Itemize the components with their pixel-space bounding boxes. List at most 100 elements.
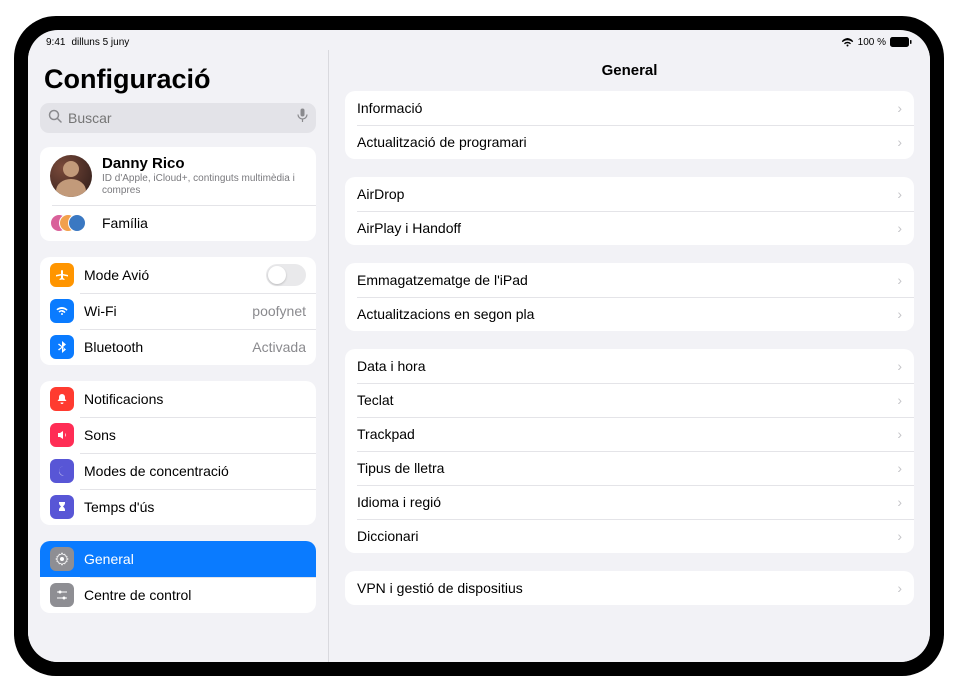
profile-name: Danny Rico	[102, 155, 306, 172]
fonts-label: Tipus de lletra	[357, 460, 897, 476]
wifi-value: poofynet	[252, 303, 306, 319]
bg-refresh-row[interactable]: Actualitzacions en segon pla ›	[345, 297, 914, 331]
airplane-toggle[interactable]	[266, 264, 306, 286]
battery-percent: 100 %	[858, 37, 886, 48]
notifications-label: Notificacions	[84, 391, 306, 407]
airplane-label: Mode Avió	[84, 267, 266, 283]
airplane-icon	[50, 263, 74, 287]
detail-pane: General Informació › Actualització de pr…	[328, 50, 930, 662]
wifi-row[interactable]: Wi-Fi poofynet	[40, 293, 316, 329]
status-time: 9:41	[46, 37, 65, 48]
notifications-row[interactable]: Notificacions	[40, 381, 316, 417]
profile-group: Danny Rico ID d'Apple, iCloud+, contingu…	[40, 147, 316, 241]
control-center-label: Centre de control	[84, 587, 306, 603]
family-avatars-icon	[50, 211, 92, 235]
detail-title: General	[329, 50, 930, 91]
vpn-label: VPN i gestió de dispositius	[357, 580, 897, 596]
focus-row[interactable]: Modes de concentració	[40, 453, 316, 489]
avatar	[50, 155, 92, 197]
connectivity-group: Mode Avió Wi-Fi poofynet	[40, 257, 316, 365]
about-row[interactable]: Informació ›	[345, 91, 914, 125]
moon-icon	[50, 459, 74, 483]
family-row[interactable]: Família	[40, 205, 316, 241]
chevron-right-icon: ›	[897, 272, 902, 288]
bell-icon	[50, 387, 74, 411]
chevron-right-icon: ›	[897, 528, 902, 544]
status-date: dilluns 5 juny	[71, 37, 129, 48]
ipad-frame: 9:41 dilluns 5 juny 100 % Configuració	[14, 16, 944, 676]
sidebar-title: Configuració	[44, 64, 312, 95]
date-time-label: Data i hora	[357, 358, 897, 374]
wifi-label: Wi-Fi	[84, 303, 252, 319]
mic-icon[interactable]	[297, 108, 308, 128]
gear-icon	[50, 547, 74, 571]
detail-group-2: AirDrop › AirPlay i Handoff ›	[345, 177, 914, 245]
about-label: Informació	[357, 100, 897, 116]
screen: 9:41 dilluns 5 juny 100 % Configuració	[28, 30, 930, 662]
search-input[interactable]	[68, 110, 297, 126]
keyboard-label: Teclat	[357, 392, 897, 408]
general-group: General Centre de control	[40, 541, 316, 613]
control-center-row[interactable]: Centre de control	[40, 577, 316, 613]
language-row[interactable]: Idioma i regió ›	[345, 485, 914, 519]
airdrop-label: AirDrop	[357, 186, 897, 202]
airplane-row[interactable]: Mode Avió	[40, 257, 316, 293]
hourglass-icon	[50, 495, 74, 519]
storage-label: Emmagatzematge de l'iPad	[357, 272, 897, 288]
battery-icon	[890, 37, 912, 47]
keyboard-row[interactable]: Teclat ›	[345, 383, 914, 417]
chevron-right-icon: ›	[897, 392, 902, 408]
chevron-right-icon: ›	[897, 426, 902, 442]
notifications-group: Notificacions Sons Modes de concentració	[40, 381, 316, 525]
storage-row[interactable]: Emmagatzematge de l'iPad ›	[345, 263, 914, 297]
chevron-right-icon: ›	[897, 100, 902, 116]
airplay-label: AirPlay i Handoff	[357, 220, 897, 236]
chevron-right-icon: ›	[897, 186, 902, 202]
software-update-row[interactable]: Actualització de programari ›	[345, 125, 914, 159]
family-label: Família	[102, 215, 306, 231]
sounds-row[interactable]: Sons	[40, 417, 316, 453]
dictionary-row[interactable]: Diccionari ›	[345, 519, 914, 553]
trackpad-label: Trackpad	[357, 426, 897, 442]
speaker-icon	[50, 423, 74, 447]
vpn-row[interactable]: VPN i gestió de dispositius ›	[345, 571, 914, 605]
chevron-right-icon: ›	[897, 580, 902, 596]
search-field[interactable]	[40, 103, 316, 133]
fonts-row[interactable]: Tipus de lletra ›	[345, 451, 914, 485]
wifi-settings-icon	[50, 299, 74, 323]
chevron-right-icon: ›	[897, 460, 902, 476]
sidebar: Configuració Danny Rico	[28, 50, 328, 662]
profile-subtitle: ID d'Apple, iCloud+, continguts multimèd…	[102, 173, 306, 197]
detail-group-5: VPN i gestió de dispositius ›	[345, 571, 914, 605]
bg-refresh-label: Actualitzacions en segon pla	[357, 306, 897, 322]
sounds-label: Sons	[84, 427, 306, 443]
sliders-icon	[50, 583, 74, 607]
profile-row[interactable]: Danny Rico ID d'Apple, iCloud+, contingu…	[40, 147, 316, 205]
detail-group-1: Informació › Actualització de programari…	[345, 91, 914, 159]
bluetooth-row[interactable]: Bluetooth Activada	[40, 329, 316, 365]
chevron-right-icon: ›	[897, 134, 902, 150]
bluetooth-label: Bluetooth	[84, 339, 252, 355]
general-row[interactable]: General	[40, 541, 316, 577]
trackpad-row[interactable]: Trackpad ›	[345, 417, 914, 451]
dictionary-label: Diccionari	[357, 528, 897, 544]
search-icon	[48, 109, 62, 128]
airdrop-row[interactable]: AirDrop ›	[345, 177, 914, 211]
screentime-row[interactable]: Temps d'ús	[40, 489, 316, 525]
bluetooth-icon	[50, 335, 74, 359]
detail-group-4: Data i hora › Teclat › Trackpad › Tipu	[345, 349, 914, 553]
chevron-right-icon: ›	[897, 306, 902, 322]
language-label: Idioma i regió	[357, 494, 897, 510]
screentime-label: Temps d'ús	[84, 499, 306, 515]
wifi-icon	[841, 37, 854, 47]
bluetooth-value: Activada	[252, 339, 306, 355]
chevron-right-icon: ›	[897, 358, 902, 374]
chevron-right-icon: ›	[897, 494, 902, 510]
statusbar: 9:41 dilluns 5 juny 100 %	[28, 30, 930, 50]
focus-label: Modes de concentració	[84, 463, 306, 479]
software-update-label: Actualització de programari	[357, 134, 897, 150]
airplay-row[interactable]: AirPlay i Handoff ›	[345, 211, 914, 245]
general-label: General	[84, 551, 306, 567]
chevron-right-icon: ›	[897, 220, 902, 236]
date-time-row[interactable]: Data i hora ›	[345, 349, 914, 383]
